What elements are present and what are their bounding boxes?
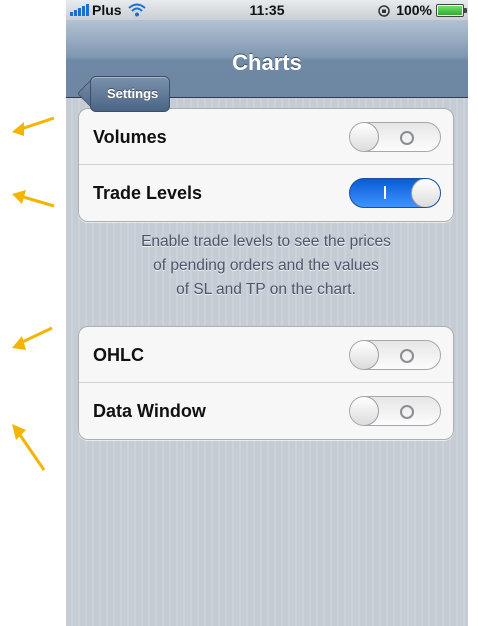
- battery-icon: [436, 3, 467, 17]
- toggle-ohlc[interactable]: [349, 340, 441, 370]
- orientation-lock-icon: [378, 4, 390, 17]
- settings-group-trading: Volumes Trade Levels: [78, 108, 454, 222]
- setting-row-data-window: Data Window: [79, 383, 453, 439]
- switch-knob: [350, 123, 379, 151]
- phone-screen: Plus 11:35 100% Settings Charts Volumes …: [66, 0, 468, 626]
- toggle-trade-levels[interactable]: [349, 178, 441, 208]
- switch-knob: [411, 179, 440, 207]
- annotation-arrow-trade-levels: [6, 176, 66, 236]
- switch-on-icon: [384, 186, 386, 199]
- switch-knob: [350, 341, 379, 369]
- navigation-bar: Settings Charts: [66, 20, 468, 112]
- annotation-arrow-data-window: [6, 420, 66, 480]
- switch-off-icon: [400, 349, 414, 363]
- page-title: Charts: [232, 50, 302, 75]
- setting-label-data-window: Data Window: [93, 401, 206, 421]
- toggle-data-window[interactable]: [349, 396, 441, 426]
- switch-knob: [350, 397, 379, 425]
- back-button-settings[interactable]: Settings: [90, 76, 171, 112]
- setting-label-ohlc: OHLC: [93, 345, 144, 365]
- settings-group-display: OHLC Data Window: [78, 326, 454, 440]
- switch-off-icon: [400, 405, 414, 419]
- setting-label-trade-levels: Trade Levels: [93, 183, 203, 203]
- toggle-volumes[interactable]: [349, 122, 441, 152]
- setting-row-ohlc: OHLC: [79, 327, 453, 383]
- battery-percent: 100%: [396, 2, 432, 18]
- switch-off-icon: [400, 131, 414, 145]
- trade-levels-footer-note: Enable trade levels to see the prices of…: [141, 233, 391, 298]
- setting-row-volumes: Volumes: [79, 109, 453, 165]
- status-bar: Plus 11:35 100%: [66, 0, 468, 20]
- annotation-arrow-volumes: [6, 104, 66, 164]
- setting-label-volumes: Volumes: [93, 127, 167, 147]
- status-right: 100%: [378, 2, 467, 18]
- annotation-arrow-ohlc: [6, 320, 66, 380]
- setting-row-trade-levels: Trade Levels: [79, 165, 453, 221]
